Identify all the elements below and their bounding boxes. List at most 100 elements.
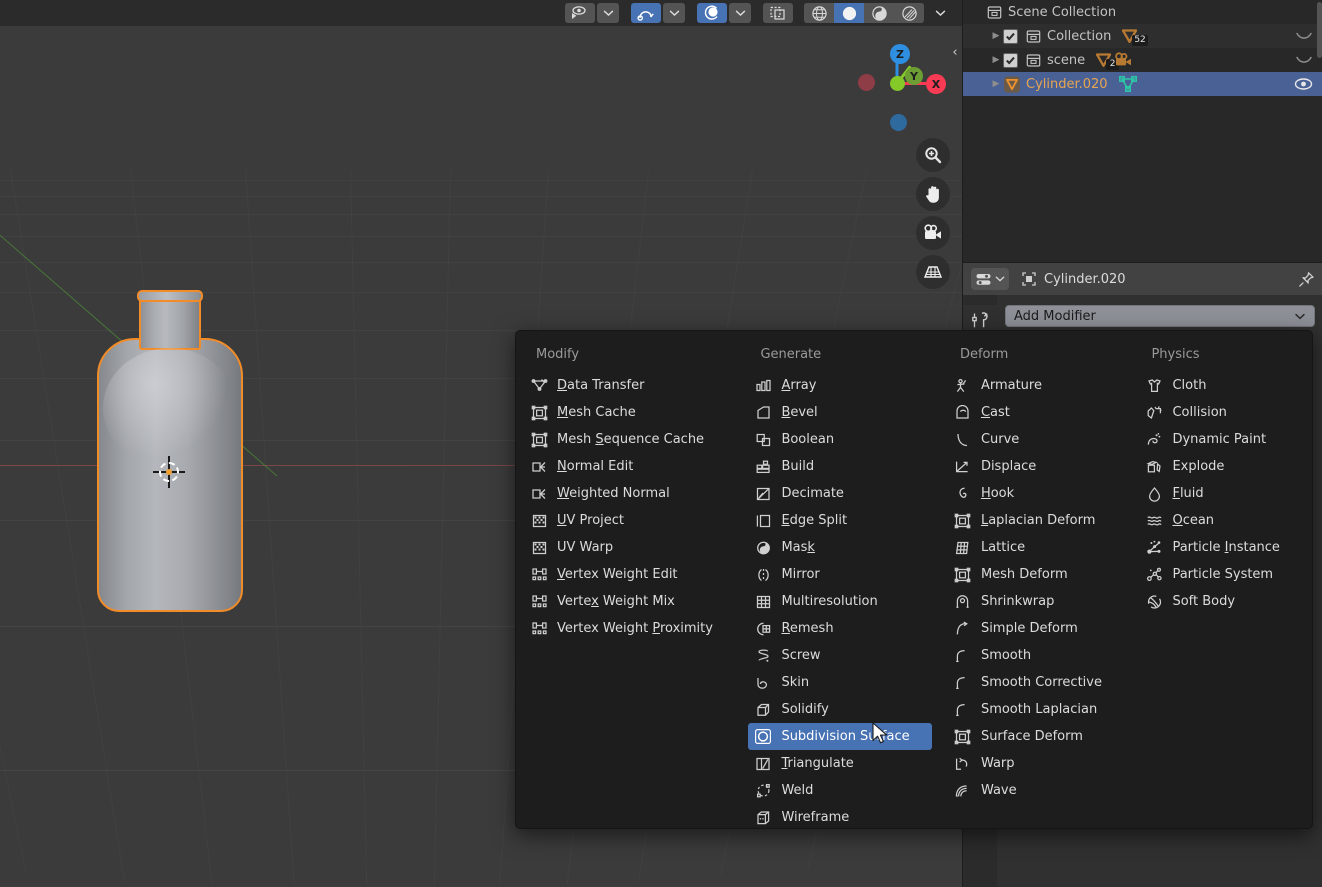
- outliner-editor[interactable]: Scene Collection ▶ Collection 52 ▶ scene 2 ▶ Cyl…: [962, 0, 1322, 262]
- modifier-item-remesh[interactable]: Remesh: [748, 615, 932, 642]
- bottle-mesh-object[interactable]: [97, 290, 243, 612]
- modifier-item-mask[interactable]: Mask: [748, 534, 932, 561]
- modifier-item-vertex-weight-edit[interactable]: Vertex Weight Edit: [524, 561, 732, 588]
- disclosure-triangle-icon[interactable]: ▶: [989, 77, 1003, 91]
- visibility-dropdown[interactable]: [565, 3, 595, 23]
- viewport-sidebar-collapse[interactable]: ‹: [948, 42, 962, 62]
- modifier-item-surface-deform[interactable]: Surface Deform: [948, 723, 1124, 750]
- modifier-item-shrinkwrap[interactable]: Shrinkwrap: [948, 588, 1124, 615]
- camera-view-tool[interactable]: [916, 216, 950, 250]
- modifier-item-triangulate[interactable]: Triangulate: [748, 750, 932, 777]
- shading-chevron[interactable]: [925, 3, 955, 23]
- collapse-arrow[interactable]: [1295, 24, 1313, 48]
- gizmo-origin[interactable]: [890, 76, 905, 91]
- modifier-item-ocean[interactable]: Ocean: [1139, 507, 1304, 534]
- toggle-orthographic-tool[interactable]: [916, 255, 950, 289]
- outliner-row-cylinder-020[interactable]: ▶ Cylinder.020: [963, 72, 1322, 96]
- modifier-item-cloth[interactable]: Cloth: [1139, 372, 1304, 399]
- outliner-row-scene-collection[interactable]: Scene Collection: [963, 0, 1322, 24]
- outliner-scrollbar[interactable]: [1317, 2, 1322, 58]
- modifier-item-decimate[interactable]: Decimate: [748, 480, 932, 507]
- toggle-xray[interactable]: [763, 3, 793, 23]
- editor-type-selector[interactable]: [971, 268, 1009, 290]
- modifier-item-wave[interactable]: Wave: [948, 777, 1124, 804]
- modifier-item-uv-project[interactable]: UV Project: [524, 507, 732, 534]
- add-modifier-button[interactable]: Add Modifier: [1005, 305, 1315, 327]
- modifier-item-explode[interactable]: Explode: [1139, 453, 1304, 480]
- modifier-item-wireframe[interactable]: Wireframe: [748, 804, 932, 831]
- shading-solid[interactable]: [834, 3, 864, 23]
- gizmo-axis-neg-x[interactable]: [858, 74, 875, 91]
- visibility-chevron[interactable]: [597, 3, 619, 23]
- modifier-item-mirror[interactable]: Mirror: [748, 561, 932, 588]
- modifier-item-mesh-cache[interactable]: Mesh Cache: [524, 399, 732, 426]
- modifier-item-edge-split[interactable]: Edge Split: [748, 507, 932, 534]
- modifier-item-boolean[interactable]: Boolean: [748, 426, 932, 453]
- modifier-item-vertex-weight-mix[interactable]: Vertex Weight Mix: [524, 588, 732, 615]
- row-checkbox[interactable]: [1003, 52, 1018, 68]
- outliner-row-scene[interactable]: ▶ scene 2: [963, 48, 1322, 72]
- viewport-header[interactable]: [0, 0, 962, 26]
- outliner-row-collection[interactable]: ▶ Collection 52: [963, 24, 1322, 48]
- pin-icon[interactable]: [1298, 271, 1315, 288]
- modifier-item-solidify[interactable]: Solidify: [748, 696, 932, 723]
- snap-toggle[interactable]: [631, 3, 661, 23]
- modifier-item-particle-system[interactable]: Particle System: [1139, 561, 1304, 588]
- modifier-item-smooth-laplacian[interactable]: Smooth Laplacian: [948, 696, 1124, 723]
- row-checkbox[interactable]: [1003, 28, 1018, 44]
- collapse-arrow[interactable]: [1295, 48, 1313, 72]
- modifier-item-build[interactable]: Build: [748, 453, 932, 480]
- navigation-gizmo[interactable]: Z Y X: [846, 36, 952, 142]
- mesh-data-icon[interactable]: 2: [1095, 52, 1120, 70]
- modifier-item-normal-edit[interactable]: Normal Edit: [524, 453, 732, 480]
- modifier-item-cast[interactable]: Cast: [948, 399, 1124, 426]
- proportional-edit-toggle[interactable]: [697, 3, 727, 23]
- mesh-triangle-data-icon[interactable]: [1118, 75, 1138, 93]
- shading-wireframe[interactable]: [804, 3, 834, 23]
- gizmo-axis-y[interactable]: Y: [905, 67, 923, 85]
- modifier-item-lattice[interactable]: Lattice: [948, 534, 1124, 561]
- modifier-item-array[interactable]: Array: [748, 372, 932, 399]
- shading-material[interactable]: [864, 3, 894, 23]
- modifier-item-weld[interactable]: Weld: [748, 777, 932, 804]
- modifier-item-multiresolution[interactable]: Multiresolution: [748, 588, 932, 615]
- proportional-chevron[interactable]: [729, 3, 751, 23]
- modifier-item-curve[interactable]: Curve: [948, 426, 1124, 453]
- modifier-item-vertex-weight-proximity[interactable]: Vertex Weight Proximity: [524, 615, 732, 642]
- modifier-item-smooth[interactable]: Smooth: [948, 642, 1124, 669]
- modifier-item-warp[interactable]: Warp: [948, 750, 1124, 777]
- modifier-item-skin[interactable]: Skin: [748, 669, 932, 696]
- pan-tool[interactable]: [916, 177, 950, 211]
- gizmo-axis-z[interactable]: Z: [890, 44, 910, 64]
- modifier-item-data-transfer[interactable]: Data Transfer: [524, 372, 732, 399]
- eye-icon[interactable]: [1294, 72, 1313, 96]
- mesh-data-icon[interactable]: 52: [1121, 28, 1148, 46]
- modifier-item-displace[interactable]: Displace: [948, 453, 1124, 480]
- zoom-tool[interactable]: [916, 138, 950, 172]
- modifier-item-dynamic-paint[interactable]: Dynamic Paint: [1139, 426, 1304, 453]
- modifier-item-fluid[interactable]: Fluid: [1139, 480, 1304, 507]
- modifier-item-subdivision-surface[interactable]: Subdivision Surface: [748, 723, 932, 750]
- disclosure-triangle-icon[interactable]: ▶: [989, 53, 1003, 67]
- disclosure-triangle-icon[interactable]: ▶: [989, 29, 1003, 43]
- modifier-item-laplacian-deform[interactable]: Laplacian Deform: [948, 507, 1124, 534]
- modifier-item-soft-body[interactable]: Soft Body: [1139, 588, 1304, 615]
- modifier-item-screw[interactable]: Screw: [748, 642, 932, 669]
- modifier-item-weighted-normal[interactable]: Weighted Normal: [524, 480, 732, 507]
- modifier-item-collision[interactable]: Collision: [1139, 399, 1304, 426]
- modifier-item-uv-warp[interactable]: UV Warp: [524, 534, 732, 561]
- modifier-item-smooth-corrective[interactable]: Smooth Corrective: [948, 669, 1124, 696]
- disclosure-triangle-icon[interactable]: [971, 5, 985, 19]
- camera-icon[interactable]: [1114, 52, 1134, 68]
- modifier-item-particle-instance[interactable]: Particle Instance: [1139, 534, 1304, 561]
- gizmo-axis-x[interactable]: X: [926, 74, 946, 94]
- modifier-item-armature[interactable]: Armature: [948, 372, 1124, 399]
- shading-rendered[interactable]: [894, 3, 924, 23]
- snap-chevron[interactable]: [663, 3, 685, 23]
- modifier-item-simple-deform[interactable]: Simple Deform: [948, 615, 1124, 642]
- modifier-item-hook[interactable]: Hook: [948, 480, 1124, 507]
- modifier-item-mesh-sequence-cache[interactable]: Mesh Sequence Cache: [524, 426, 732, 453]
- gizmo-axis-neg-z[interactable]: [890, 114, 907, 131]
- add-modifier-menu[interactable]: Modify Data Transfer Mesh Cache Mesh Sequen…: [515, 330, 1313, 829]
- modifier-item-mesh-deform[interactable]: Mesh Deform: [948, 561, 1124, 588]
